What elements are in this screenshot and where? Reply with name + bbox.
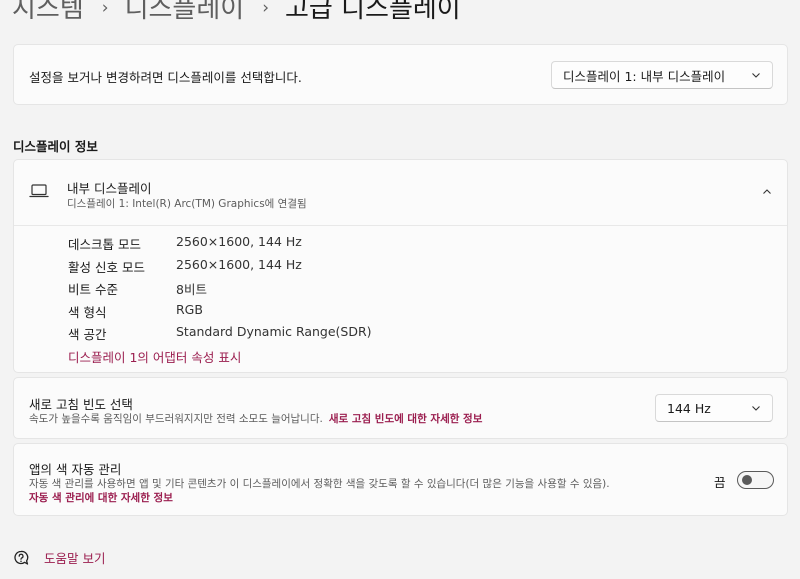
select-display-description: 설정을 보거나 변경하려면 디스플레이를 선택합니다. xyxy=(29,70,302,85)
refresh-rate-description: 속도가 높을수록 움직임이 부드러워지지만 전력 소모도 늘어납니다. 새로 고침… xyxy=(29,411,482,426)
chevron-down-icon xyxy=(752,73,760,78)
select-display-card: 설정을 보거나 변경하려면 디스플레이를 선택합니다. 디스플레이 1: 내부 … xyxy=(13,44,788,105)
help-link[interactable]: 도움말 보기 xyxy=(12,548,105,567)
info-label: 비트 수준 xyxy=(68,282,118,297)
display-info-card: 내부 디스플레이 디스플레이 1: Intel(R) Arc(TM) Graph… xyxy=(13,159,788,373)
info-value: RGB xyxy=(176,302,203,317)
section-title-display-info: 디스플레이 정보 xyxy=(13,139,98,154)
display-dropdown-value: 디스플레이 1: 내부 디스플레이 xyxy=(563,68,726,84)
display-info-subtitle: 디스플레이 1: Intel(R) Arc(TM) Graphics에 연결됨 xyxy=(67,198,307,210)
info-label: 색 형식 xyxy=(68,305,107,320)
auto-color-info-link[interactable]: 자동 색 관리에 대한 자세한 정보 xyxy=(29,490,173,505)
refresh-rate-dropdown-value: 144 Hz xyxy=(667,400,711,416)
toggle-knob xyxy=(742,475,752,485)
display-dropdown[interactable]: 디스플레이 1: 내부 디스플레이 xyxy=(551,61,773,89)
display-info-title: 내부 디스플레이 xyxy=(67,181,152,196)
info-label: 데스크톱 모드 xyxy=(68,237,141,252)
breadcrumb-separator: › xyxy=(262,0,269,18)
help-chat-icon xyxy=(14,550,29,565)
chevron-up-icon[interactable] xyxy=(761,186,773,198)
info-value: Standard Dynamic Range(SDR) xyxy=(176,324,372,339)
info-value: 2560×1600, 144 Hz xyxy=(176,257,302,272)
chevron-down-icon xyxy=(752,406,760,411)
display-info-header[interactable]: 내부 디스플레이 디스플레이 1: Intel(R) Arc(TM) Graph… xyxy=(14,160,787,226)
refresh-rate-description-text: 속도가 높을수록 움직임이 부드러워지지만 전력 소모도 늘어납니다. xyxy=(29,413,323,425)
refresh-rate-info-link[interactable]: 새로 고침 빈도에 대한 자세한 정보 xyxy=(329,413,483,425)
breadcrumb-display[interactable]: 디스플레이 xyxy=(125,0,245,25)
auto-color-card: 앱의 색 자동 관리 자동 색 관리를 사용하면 앱 및 기타 콘텐츠가 이 디… xyxy=(13,443,788,516)
breadcrumb: 시스템 › 디스플레이 › 고급 디스플레이 xyxy=(12,0,461,25)
info-label: 활성 신호 모드 xyxy=(68,260,145,275)
breadcrumb-system[interactable]: 시스템 xyxy=(12,0,84,25)
breadcrumb-separator: › xyxy=(101,0,109,18)
help-label: 도움말 보기 xyxy=(44,551,106,566)
page-title: 고급 디스플레이 xyxy=(285,0,461,24)
auto-color-toggle-label: 끔 xyxy=(714,475,726,490)
refresh-rate-card: 새로 고침 빈도 선택 속도가 높을수록 움직임이 부드러워지지만 전력 소모도… xyxy=(13,377,788,439)
info-value: 2560×1600, 144 Hz xyxy=(176,234,302,249)
laptop-icon xyxy=(29,184,49,198)
auto-color-description: 자동 색 관리를 사용하면 앱 및 기타 콘텐츠가 이 디스플레이에서 정확한 … xyxy=(29,478,610,490)
info-value: 8비트 xyxy=(176,282,207,297)
auto-color-toggle[interactable] xyxy=(737,471,774,489)
refresh-rate-dropdown[interactable]: 144 Hz xyxy=(655,394,773,422)
adapter-properties-link[interactable]: 디스플레이 1의 어댑터 속성 표시 xyxy=(68,347,241,366)
info-label: 색 공간 xyxy=(68,327,107,342)
